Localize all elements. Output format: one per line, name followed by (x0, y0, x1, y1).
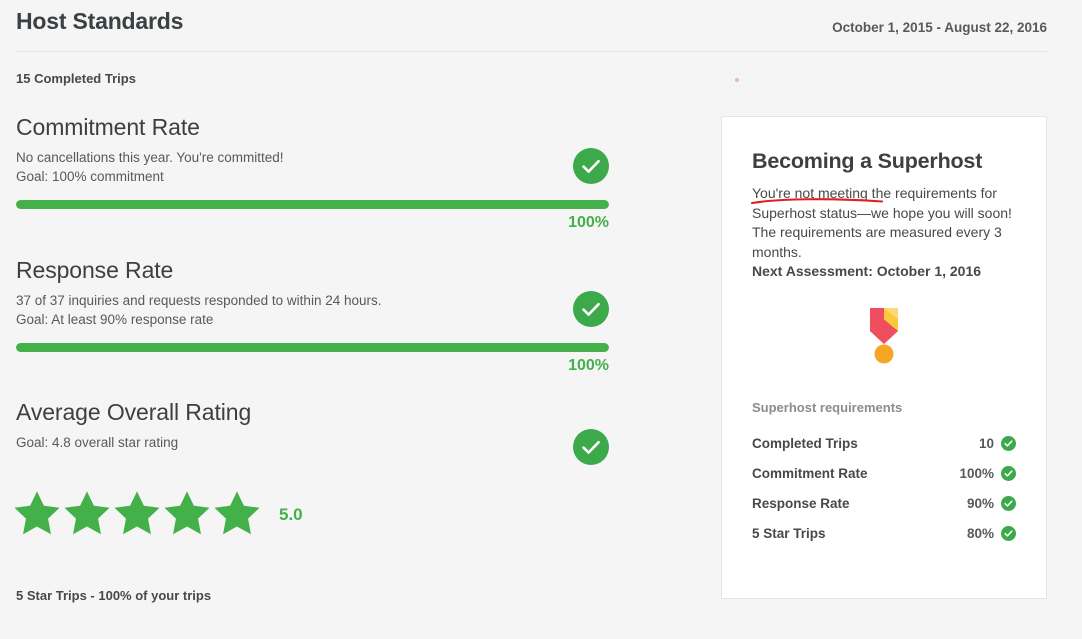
metric-title: Average Overall Rating (16, 399, 252, 425)
completed-trips-summary: 15 Completed Trips (16, 71, 136, 86)
rating-value: 5.0 (279, 505, 303, 524)
medal-icon-wrap (752, 304, 1016, 366)
progress-bar-commitment (0, 200, 609, 209)
check-circle-icon (1001, 496, 1016, 512)
date-range: October 1, 2015 - August 22, 2016 (832, 20, 1047, 35)
requirement-row: 5 Star Trips 80% (752, 519, 1016, 549)
next-assessment-text: Next Assessment: October 1, 2016 (752, 263, 982, 280)
metric-goal: Goal: 4.8 overall star rating (16, 435, 179, 450)
star-icon (212, 488, 262, 538)
five-star-trips-summary: 5 Star Trips - 100% of your trips (16, 588, 212, 603)
superhost-card-title: Becoming a Superhost (752, 149, 983, 173)
metric-description: 37 of 37 inquiries and requests responde… (16, 293, 382, 308)
medal-icon (870, 307, 898, 364)
star-icon (12, 488, 62, 538)
progress-bar-response (0, 343, 609, 352)
requirement-value: 10 (978, 436, 994, 452)
requirement-value: 80% (966, 526, 994, 542)
superhost-card-body: You're not meeting the requirements for … (751, 184, 1016, 282)
metric-response-rate: Response Rate 37 of 37 inquiries and req… (0, 255, 660, 397)
metric-commitment-rate: Commitment Rate No cancellations this ye… (0, 112, 660, 255)
star-icon (112, 488, 162, 538)
check-circle-icon (1001, 466, 1016, 482)
page-header: Host Standards October 1, 2015 - August … (0, 0, 1082, 52)
metric-goal: Goal: 100% commitment (16, 169, 164, 184)
requirement-label: Response Rate (752, 496, 850, 512)
check-circle-icon (573, 429, 609, 465)
check-circle-icon (1001, 436, 1016, 452)
requirement-row: Completed Trips 10 (752, 429, 1016, 459)
requirement-row: Commitment Rate 100% (752, 459, 1016, 489)
stray-red-dot (735, 78, 739, 82)
page-title: Host Standards (16, 8, 184, 34)
check-circle-icon (1001, 526, 1016, 542)
requirement-label: Commitment Rate (752, 466, 868, 482)
superhost-requirements-heading: Superhost requirements (752, 399, 903, 415)
progress-fill (16, 200, 609, 209)
requirement-label: Completed Trips (752, 436, 858, 452)
star-icon (62, 488, 112, 538)
requirement-value: 90% (966, 496, 994, 512)
progress-label: 100% (568, 357, 609, 374)
metric-title: Commitment Rate (16, 114, 200, 140)
progress-fill (16, 343, 609, 352)
check-circle-icon (573, 291, 609, 327)
requirement-value: 100% (959, 466, 994, 482)
progress-track (16, 200, 609, 209)
progress-label: 100% (568, 214, 609, 231)
metric-title: Response Rate (16, 257, 174, 283)
superhost-card: Becoming a Superhost You're not meeting … (721, 116, 1047, 599)
requirement-row: Response Rate 90% (752, 489, 1016, 519)
star-icon (162, 488, 212, 538)
header-divider (16, 51, 1047, 52)
check-circle-icon (573, 148, 609, 184)
superhost-requirements-list: Completed Trips 10 Commitment Rate 100% … (752, 429, 1016, 549)
progress-track (16, 343, 609, 352)
metrics-list: Commitment Rate No cancellations this ye… (0, 112, 660, 467)
requirement-label: 5 Star Trips (752, 526, 826, 542)
metric-goal: Goal: At least 90% response rate (16, 312, 214, 327)
superhost-status-text: You're not meeting the requirements for … (752, 185, 1012, 260)
metric-average-overall-rating: Average Overall Rating Goal: 4.8 overall… (0, 397, 660, 467)
metric-description: No cancellations this year. You're commi… (16, 150, 284, 165)
star-rating: 5.0 (12, 488, 303, 538)
